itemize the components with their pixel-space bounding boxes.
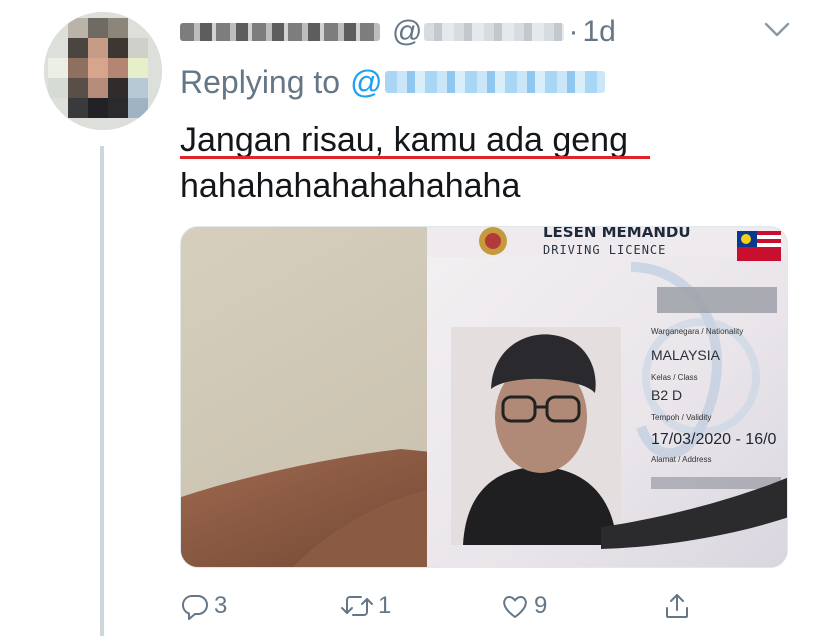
retweet-count: 1	[378, 592, 392, 619]
reply-at[interactable]: @	[350, 64, 382, 101]
tweet-media[interactable]: LESEN MEMANDU DRIVING LICENCE Warganegar…	[180, 226, 788, 568]
thread-line	[100, 146, 104, 636]
share-icon	[666, 594, 688, 618]
card-address-label: Alamat / Address	[651, 455, 712, 464]
card-subtitle: DRIVING LICENCE	[543, 243, 667, 257]
card-class: B2 D	[651, 387, 683, 403]
replying-to: Replying to @	[180, 60, 605, 104]
separator: ·	[568, 15, 579, 48]
card-nationality: MALAYSIA	[651, 347, 720, 363]
handle-prefix: @	[392, 15, 423, 48]
tweet[interactable]: @ · 1d Replying to @ Jangan risau, kamu …	[0, 0, 828, 636]
avatar[interactable]	[44, 12, 162, 130]
card-validity: 17/03/2020 - 16/0	[651, 431, 777, 448]
retweet-icon	[341, 596, 373, 616]
share-button[interactable]	[662, 586, 692, 626]
reply-handle-redacted[interactable]	[384, 71, 605, 93]
like-icon	[503, 596, 527, 618]
avatar-image	[44, 12, 162, 130]
timestamp[interactable]: 1d	[582, 15, 615, 49]
card-nationality-label: Warganegara / Nationality	[651, 327, 744, 336]
reply-button[interactable]: 3	[180, 586, 227, 626]
card-validity-label: Tempoh / Validity	[651, 413, 712, 422]
media-photo	[181, 227, 787, 567]
handle-redacted[interactable]	[424, 23, 565, 41]
replying-to-label: Replying to	[180, 63, 341, 100]
retweet-button[interactable]: 1	[340, 586, 391, 626]
display-name-redacted[interactable]	[180, 23, 380, 41]
reply-count: 3	[214, 592, 228, 619]
tweet-actions: 3 1 9	[180, 586, 720, 626]
like-count: 9	[534, 592, 548, 619]
tweet-text-line2: hahahahahahahahaha	[180, 167, 521, 205]
card-class-label: Kelas / Class	[651, 373, 698, 382]
chevron-down-icon[interactable]	[762, 18, 792, 42]
like-button[interactable]: 9	[500, 586, 547, 626]
tweet-header: @ · 1d	[180, 14, 616, 50]
text-underline	[180, 156, 650, 159]
card-title: LESEN MEMANDU	[543, 226, 691, 241]
reply-icon	[181, 594, 208, 620]
